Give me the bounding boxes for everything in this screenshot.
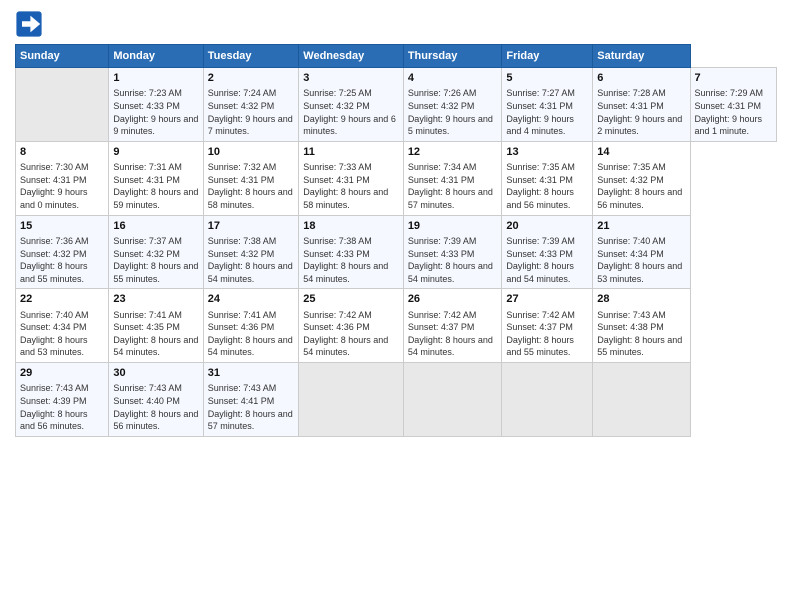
day-cell-1: 1Sunrise: 7:23 AMSunset: 4:33 PMDaylight… [109,68,203,142]
day-cell-28: 28Sunrise: 7:43 AMSunset: 4:38 PMDayligh… [593,289,690,363]
empty-cell [16,68,109,142]
column-header-wednesday: Wednesday [299,45,404,68]
day-cell-7: 7Sunrise: 7:29 AMSunset: 4:31 PMDaylight… [690,68,776,142]
column-header-tuesday: Tuesday [203,45,299,68]
day-cell-26: 26Sunrise: 7:42 AMSunset: 4:37 PMDayligh… [403,289,502,363]
day-cell-10: 10Sunrise: 7:32 AMSunset: 4:31 PMDayligh… [203,141,299,215]
day-cell-18: 18Sunrise: 7:38 AMSunset: 4:33 PMDayligh… [299,215,404,289]
empty-cell [593,363,690,437]
day-cell-16: 16Sunrise: 7:37 AMSunset: 4:32 PMDayligh… [109,215,203,289]
day-cell-23: 23Sunrise: 7:41 AMSunset: 4:35 PMDayligh… [109,289,203,363]
calendar-week-5: 29Sunrise: 7:43 AMSunset: 4:39 PMDayligh… [16,363,777,437]
column-header-saturday: Saturday [593,45,690,68]
day-cell-11: 11Sunrise: 7:33 AMSunset: 4:31 PMDayligh… [299,141,404,215]
day-cell-9: 9Sunrise: 7:31 AMSunset: 4:31 PMDaylight… [109,141,203,215]
calendar-week-2: 8Sunrise: 7:30 AMSunset: 4:31 PMDaylight… [16,141,777,215]
day-cell-24: 24Sunrise: 7:41 AMSunset: 4:36 PMDayligh… [203,289,299,363]
day-cell-21: 21Sunrise: 7:40 AMSunset: 4:34 PMDayligh… [593,215,690,289]
day-cell-17: 17Sunrise: 7:38 AMSunset: 4:32 PMDayligh… [203,215,299,289]
day-cell-6: 6Sunrise: 7:28 AMSunset: 4:31 PMDaylight… [593,68,690,142]
day-cell-27: 27Sunrise: 7:42 AMSunset: 4:37 PMDayligh… [502,289,593,363]
day-cell-22: 22Sunrise: 7:40 AMSunset: 4:34 PMDayligh… [16,289,109,363]
page-container: SundayMondayTuesdayWednesdayThursdayFrid… [0,0,792,442]
empty-cell [299,363,404,437]
empty-cell [502,363,593,437]
calendar-table: SundayMondayTuesdayWednesdayThursdayFrid… [15,44,777,437]
column-header-friday: Friday [502,45,593,68]
day-cell-4: 4Sunrise: 7:26 AMSunset: 4:32 PMDaylight… [403,68,502,142]
day-cell-19: 19Sunrise: 7:39 AMSunset: 4:33 PMDayligh… [403,215,502,289]
calendar-week-1: 1Sunrise: 7:23 AMSunset: 4:33 PMDaylight… [16,68,777,142]
calendar-header: SundayMondayTuesdayWednesdayThursdayFrid… [16,45,777,68]
logo-icon [15,10,43,38]
column-header-monday: Monday [109,45,203,68]
calendar-week-4: 22Sunrise: 7:40 AMSunset: 4:34 PMDayligh… [16,289,777,363]
column-header-thursday: Thursday [403,45,502,68]
day-cell-29: 29Sunrise: 7:43 AMSunset: 4:39 PMDayligh… [16,363,109,437]
day-cell-30: 30Sunrise: 7:43 AMSunset: 4:40 PMDayligh… [109,363,203,437]
logo [15,10,47,38]
day-cell-25: 25Sunrise: 7:42 AMSunset: 4:36 PMDayligh… [299,289,404,363]
day-cell-13: 13Sunrise: 7:35 AMSunset: 4:31 PMDayligh… [502,141,593,215]
day-cell-3: 3Sunrise: 7:25 AMSunset: 4:32 PMDaylight… [299,68,404,142]
day-cell-2: 2Sunrise: 7:24 AMSunset: 4:32 PMDaylight… [203,68,299,142]
calendar-body: 1Sunrise: 7:23 AMSunset: 4:33 PMDaylight… [16,68,777,437]
day-cell-15: 15Sunrise: 7:36 AMSunset: 4:32 PMDayligh… [16,215,109,289]
header [15,10,777,38]
calendar-week-3: 15Sunrise: 7:36 AMSunset: 4:32 PMDayligh… [16,215,777,289]
empty-cell [403,363,502,437]
day-cell-8: 8Sunrise: 7:30 AMSunset: 4:31 PMDaylight… [16,141,109,215]
day-cell-20: 20Sunrise: 7:39 AMSunset: 4:33 PMDayligh… [502,215,593,289]
column-header-sunday: Sunday [16,45,109,68]
day-cell-14: 14Sunrise: 7:35 AMSunset: 4:32 PMDayligh… [593,141,690,215]
day-cell-5: 5Sunrise: 7:27 AMSunset: 4:31 PMDaylight… [502,68,593,142]
day-cell-31: 31Sunrise: 7:43 AMSunset: 4:41 PMDayligh… [203,363,299,437]
day-cell-12: 12Sunrise: 7:34 AMSunset: 4:31 PMDayligh… [403,141,502,215]
